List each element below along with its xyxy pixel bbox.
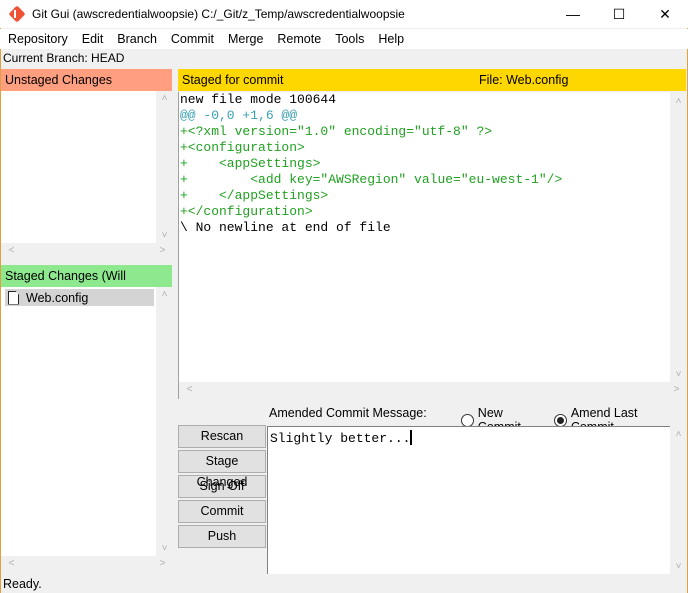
diff-line: +<?xml version="1.0" encoding="utf-8" ?> bbox=[180, 124, 493, 139]
diff-line: + </appSettings> bbox=[180, 188, 329, 203]
diff-line: + <appSettings> bbox=[180, 156, 321, 171]
scroll-left-icon[interactable]: < bbox=[3, 558, 20, 569]
menu-commit[interactable]: Commit bbox=[164, 29, 221, 49]
scroll-right-icon[interactable]: > bbox=[154, 245, 171, 256]
diff-view[interactable]: new file mode 100644 @@ -0,0 +1,6 @@ +<?… bbox=[178, 92, 670, 382]
menu-help[interactable]: Help bbox=[371, 29, 411, 49]
diff-line: new file mode 100644 bbox=[180, 92, 337, 107]
scroll-left-icon[interactable]: < bbox=[181, 384, 198, 395]
push-button[interactable]: Push bbox=[178, 525, 266, 548]
commit-message-input[interactable]: Slightly better... bbox=[267, 426, 670, 574]
commit-message-scrollbar[interactable]: ˄ ˅ bbox=[670, 426, 687, 574]
commit-message-label: Amended Commit Message: bbox=[269, 406, 427, 420]
scroll-right-icon[interactable]: > bbox=[668, 384, 685, 395]
diff-line: @@ -0,0 +1,6 @@ bbox=[180, 108, 298, 123]
file-icon bbox=[8, 290, 19, 305]
staged-file-name: Web.config bbox=[26, 290, 89, 305]
scroll-down-icon[interactable]: ˅ bbox=[670, 561, 687, 572]
close-button[interactable]: ✕ bbox=[642, 0, 688, 28]
amend-last-commit-radio[interactable] bbox=[554, 413, 567, 427]
unstaged-file-list[interactable] bbox=[1, 91, 156, 243]
staged-file-list[interactable] bbox=[1, 287, 156, 556]
diff-vertical-scrollbar[interactable]: ˄ ˅ bbox=[670, 92, 687, 382]
menu-bar: Repository Edit Branch Commit Merge Remo… bbox=[0, 29, 688, 49]
diff-status-label: Staged for commit bbox=[182, 73, 284, 87]
text-caret bbox=[410, 430, 413, 445]
menu-remote[interactable]: Remote bbox=[270, 29, 328, 49]
scroll-down-icon[interactable]: ˅ bbox=[670, 369, 687, 380]
commit-button[interactable]: Commit bbox=[178, 500, 266, 523]
stage-changed-button[interactable]: Stage Changed bbox=[178, 450, 266, 489]
action-buttons: Rescan Stage Changed Sign Off Commit Pus… bbox=[178, 425, 267, 550]
git-logo-icon bbox=[8, 5, 26, 23]
unstaged-vertical-scrollbar[interactable]: ˄ ˅ bbox=[156, 91, 173, 243]
scroll-up-icon[interactable]: ˄ bbox=[156, 93, 173, 104]
maximize-button[interactable]: ☐ bbox=[596, 0, 642, 28]
scroll-left-icon[interactable]: < bbox=[3, 245, 20, 256]
scroll-down-icon[interactable]: ˅ bbox=[156, 543, 173, 554]
unstaged-horizontal-scrollbar[interactable]: < > bbox=[1, 243, 173, 260]
diff-line: +<configuration> bbox=[180, 140, 305, 155]
diff-line: +</configuration> bbox=[180, 204, 313, 219]
menu-merge[interactable]: Merge bbox=[221, 29, 270, 49]
diff-header: Staged for commit File: Web.config bbox=[178, 69, 686, 91]
menu-edit[interactable]: Edit bbox=[75, 29, 111, 49]
new-commit-radio[interactable] bbox=[461, 413, 474, 427]
window-title: Git Gui (awscredentialwoopsie) C:/_Git/z… bbox=[32, 7, 405, 21]
menu-tools[interactable]: Tools bbox=[328, 29, 371, 49]
diff-file-label: File: Web.config bbox=[479, 73, 569, 87]
scroll-right-icon[interactable]: > bbox=[154, 558, 171, 569]
diff-line: \ No newline at end of file bbox=[180, 220, 391, 235]
staged-changes-header: Staged Changes (Will Commit) bbox=[1, 265, 172, 305]
status-bar: Ready. bbox=[3, 577, 42, 591]
commit-message-text: Slightly better... bbox=[270, 431, 411, 446]
menu-branch[interactable]: Branch bbox=[110, 29, 164, 49]
staged-file-item[interactable]: Web.config bbox=[5, 289, 154, 306]
staged-horizontal-scrollbar[interactable]: < > bbox=[1, 556, 173, 573]
scroll-up-icon[interactable]: ˄ bbox=[670, 429, 687, 440]
rescan-button[interactable]: Rescan bbox=[178, 425, 266, 448]
scroll-down-icon[interactable]: ˅ bbox=[156, 230, 173, 241]
menu-repository[interactable]: Repository bbox=[1, 29, 75, 49]
scroll-up-icon[interactable]: ˄ bbox=[156, 289, 173, 300]
diff-horizontal-scrollbar[interactable]: < > bbox=[178, 382, 687, 399]
diff-line: + <add key="AWSRegion" value="eu-west-1"… bbox=[180, 172, 563, 187]
minimize-button[interactable]: — bbox=[550, 0, 596, 28]
staged-vertical-scrollbar[interactable]: ˄ ˅ bbox=[156, 287, 173, 556]
current-branch-label: Current Branch: HEAD bbox=[3, 51, 125, 65]
title-bar: Git Gui (awscredentialwoopsie) C:/_Git/z… bbox=[0, 0, 688, 28]
scroll-up-icon[interactable]: ˄ bbox=[670, 96, 687, 107]
unstaged-changes-header: Unstaged Changes bbox=[1, 69, 172, 91]
sign-off-button[interactable]: Sign Off bbox=[178, 475, 266, 498]
